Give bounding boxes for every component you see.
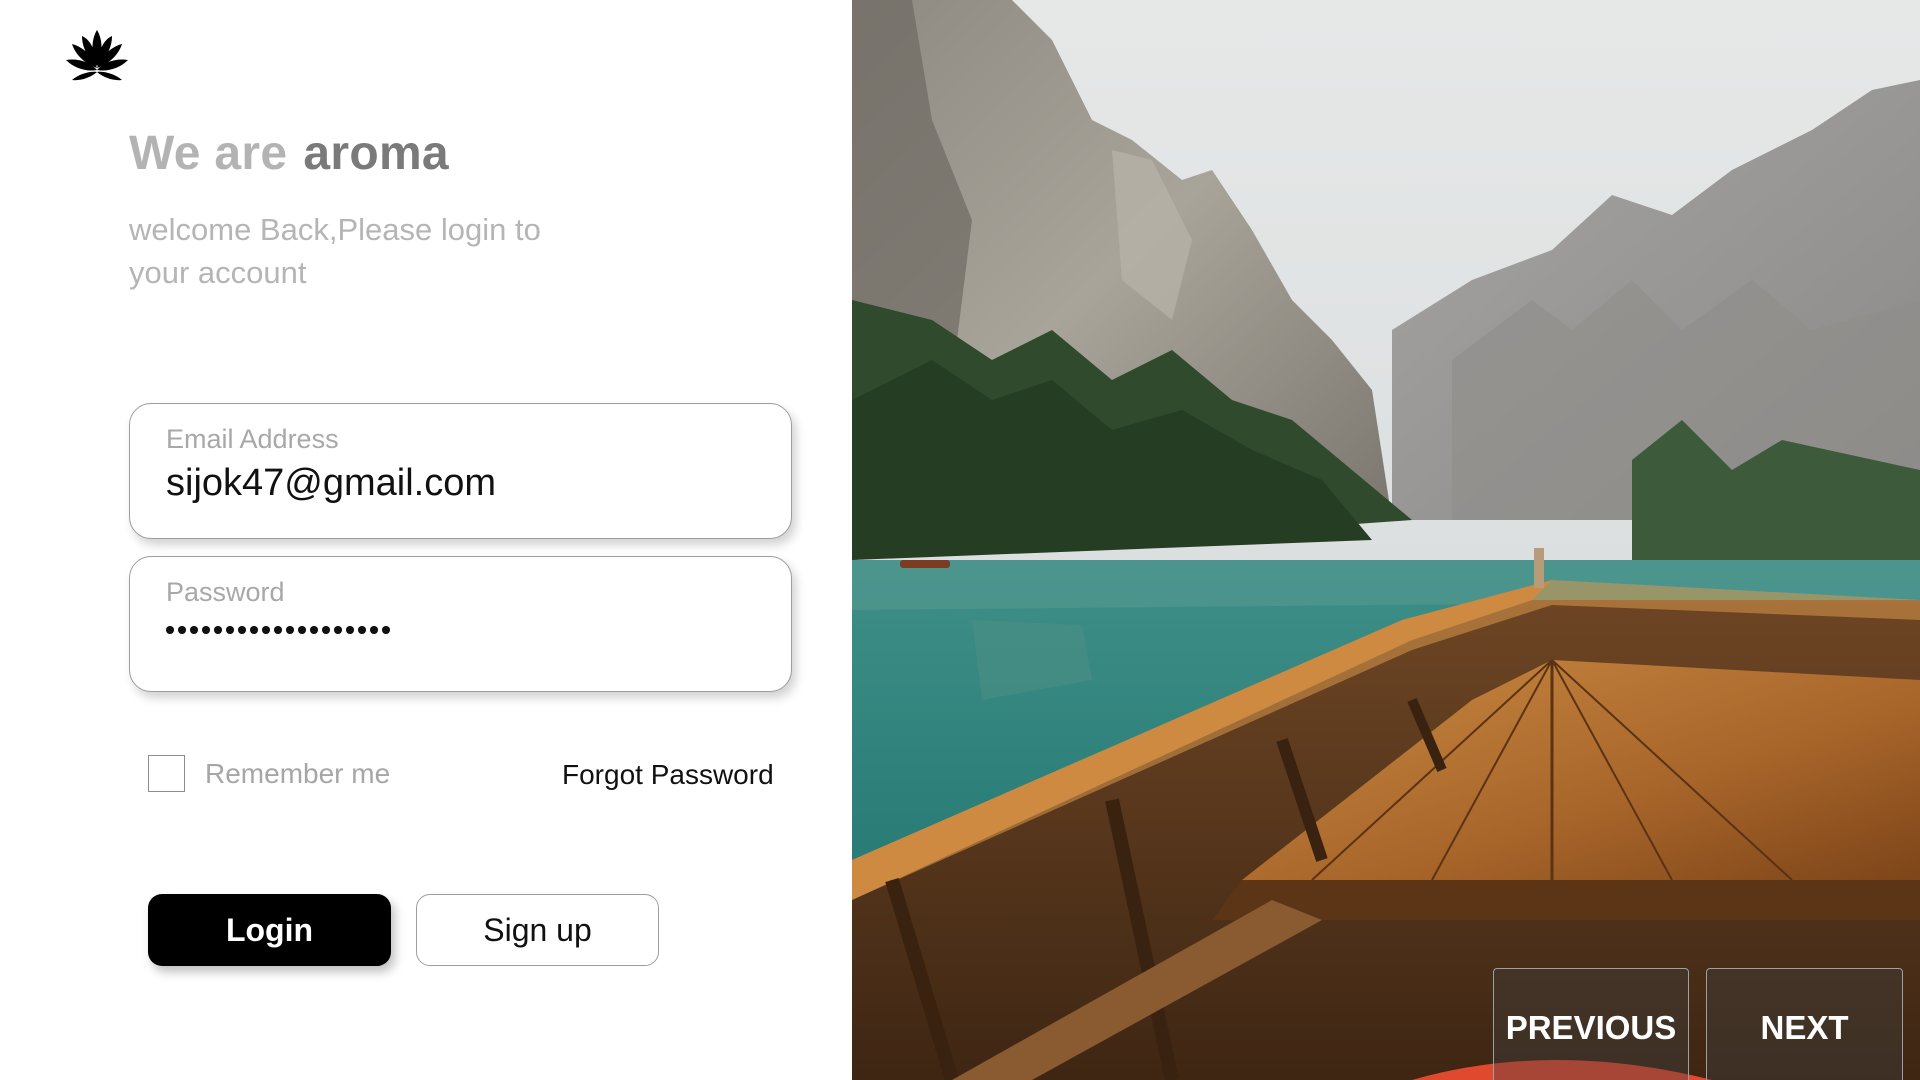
password-mask-dot [370,626,378,634]
headline-prefix: We are [129,127,288,180]
password-mask-dot [226,626,234,634]
password-mask-dot [166,626,174,634]
welcome-subtitle: welcome Back,Please login to your accoun… [129,212,541,290]
password-mask-dot [238,626,246,634]
password-mask-dot [310,626,318,634]
password-mask-dot [286,626,294,634]
password-mask-dot [322,626,330,634]
password-mask-dot [358,626,366,634]
email-input[interactable] [166,462,756,505]
password-mask-dot [190,626,198,634]
password-mask-dot [178,626,186,634]
login-page: We are aroma welcome Back,Please login to… [0,0,1920,1080]
hero-image-panel: PREVIOUS NEXT [852,0,1920,1080]
lotus-flower-icon [66,30,128,81]
remember-me-checkbox[interactable] [148,755,185,792]
password-mask-dot [274,626,282,634]
password-input[interactable] [166,623,390,637]
password-mask-dot [334,626,342,634]
password-mask-dot [202,626,210,634]
password-mask-dot [298,626,306,634]
password-mask-dot [250,626,258,634]
password-label: Password [166,577,285,607]
password-field[interactable]: Password [129,556,792,692]
signup-button[interactable]: Sign up [416,894,659,966]
remember-me-label: Remember me [205,757,391,789]
previous-button[interactable]: PREVIOUS [1493,968,1689,1080]
mountain-lake-boat-photo [852,0,1920,1080]
login-panel: We are aroma welcome Back,Please login to… [0,0,852,1080]
password-mask-dot [214,626,222,634]
email-label: Email Address [166,424,339,454]
brand-name: aroma [303,127,449,180]
email-field[interactable]: Email Address [129,403,792,539]
forgot-password-link[interactable]: Forgot Password [562,759,774,791]
login-button[interactable]: Login [148,894,391,966]
next-button[interactable]: NEXT [1706,968,1903,1080]
page-title: We are aroma [129,126,449,181]
password-mask-dot [382,626,390,634]
remember-me[interactable]: Remember me [148,755,390,792]
password-mask-dot [346,626,354,634]
password-mask-dot [262,626,270,634]
